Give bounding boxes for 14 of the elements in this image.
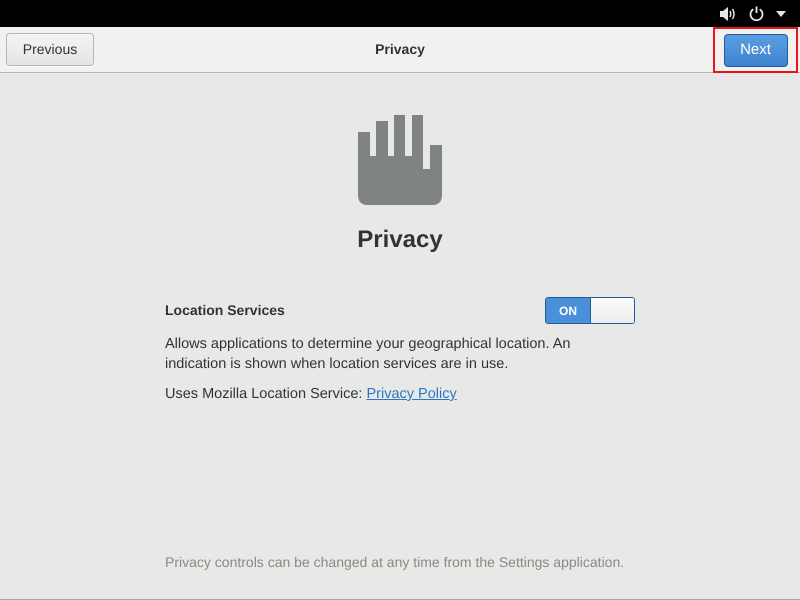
previous-button[interactable]: Previous [6, 33, 94, 66]
provider-note: Uses Mozilla Location Service: Privacy Policy [165, 385, 458, 404]
power-icon[interactable] [749, 6, 764, 21]
page-heading: Privacy [357, 225, 443, 255]
next-button[interactable]: Next [724, 34, 788, 66]
raised-hand-icon [358, 115, 442, 205]
privacy-policy-link[interactable]: Privacy Policy [366, 386, 457, 402]
location-description: Allows applications to determine your geographical location. An indication is shown when location services are in use. [165, 335, 572, 374]
location-services-label: Location Services [165, 301, 285, 320]
privacy-footer-note: Privacy controls can be changed at any time from the Settings application. [165, 553, 624, 572]
location-toggle-switch[interactable]: ON [545, 297, 635, 324]
header-title: Privacy [375, 40, 425, 59]
caret-icon[interactable] [776, 10, 786, 16]
speaker-icon[interactable] [720, 6, 737, 20]
